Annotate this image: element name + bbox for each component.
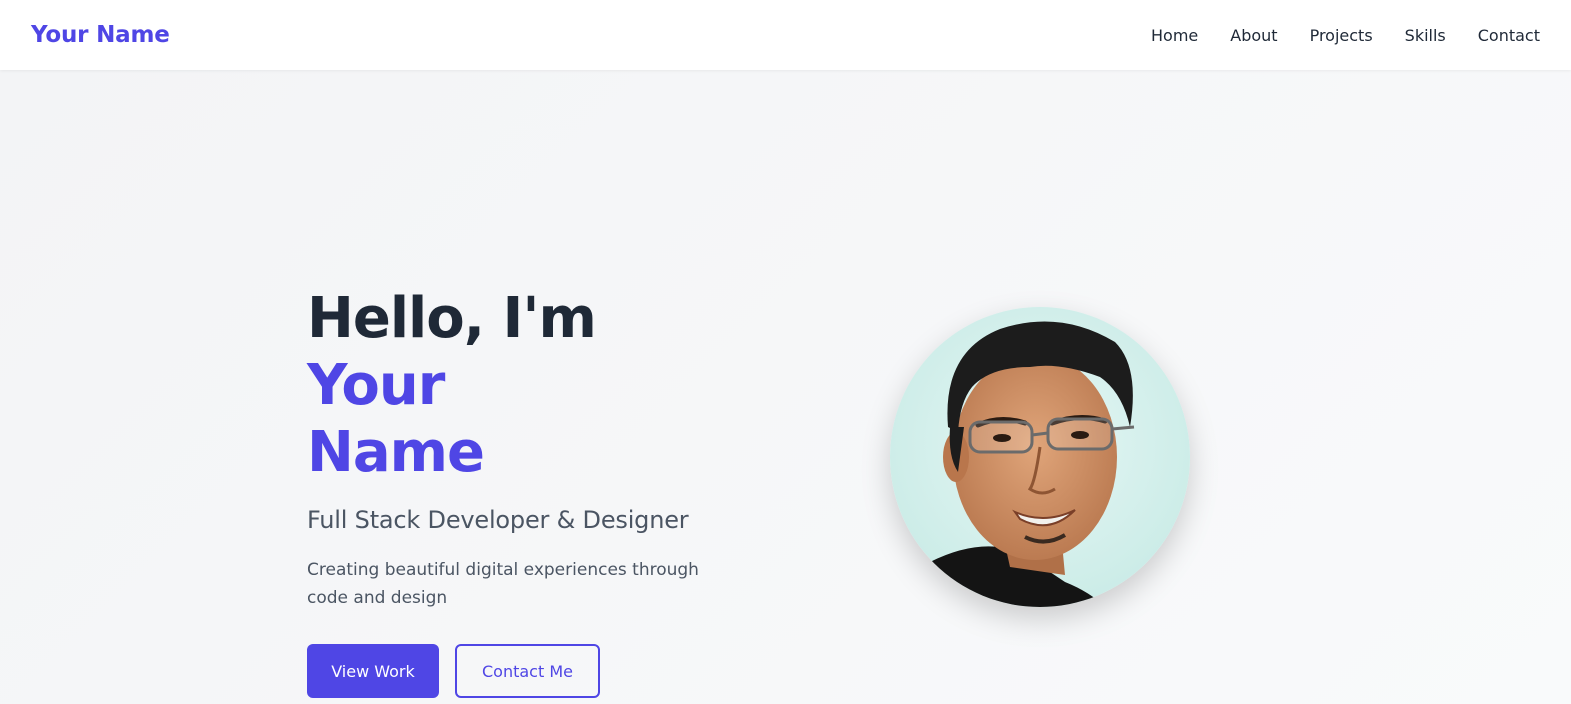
brand-logo[interactable]: Your Name: [31, 22, 170, 48]
hero-description: Creating beautiful digital experiences t…: [307, 560, 699, 608]
hero-section: Hello, I'm Your Name Full Stack Developer…: [0, 70, 1571, 704]
hero-title-highlight-2: Name: [307, 420, 485, 485]
hero-text-block: Hello, I'm Your Name Full Stack Developer…: [307, 285, 747, 698]
hero-title-highlight-1: Your: [307, 353, 445, 418]
nav-link-about[interactable]: About: [1230, 26, 1277, 45]
hero-actions: View Work Contact Me: [307, 644, 747, 698]
nav-link-contact[interactable]: Contact: [1478, 26, 1540, 45]
profile-avatar: [890, 307, 1190, 607]
hero-title-prefix: Hello, I'm: [307, 286, 597, 351]
view-work-button[interactable]: View Work: [307, 644, 439, 698]
hero-subtitle: Full Stack Developer & Designer: [307, 506, 689, 534]
contact-me-button[interactable]: Contact Me: [455, 644, 600, 698]
profile-photo-icon: [890, 307, 1190, 607]
nav-link-projects[interactable]: Projects: [1310, 26, 1373, 45]
nav-link-home[interactable]: Home: [1151, 26, 1198, 45]
nav-links: Home About Projects Skills Contact: [1119, 26, 1540, 45]
hero-title: Hello, I'm Your Name: [307, 285, 747, 486]
nav-link-skills[interactable]: Skills: [1405, 26, 1446, 45]
top-navbar: Your Name Home About Projects Skills Con…: [0, 0, 1571, 70]
